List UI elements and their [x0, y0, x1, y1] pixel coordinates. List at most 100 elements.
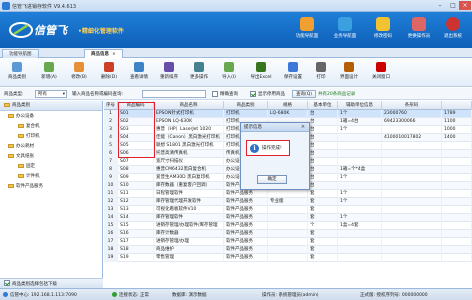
export-excel-button[interactable]: 导出Excel: [246, 61, 276, 85]
save-settings-button[interactable]: 保存设置: [278, 61, 308, 85]
cell-barcode: [382, 158, 442, 166]
cell-unit: 台: [308, 150, 338, 158]
lock-icon: [376, 17, 390, 31]
cell-code: S17: [118, 238, 154, 246]
ok-button[interactable]: 确定: [257, 175, 287, 184]
import-button[interactable]: 导入(I): [214, 61, 244, 85]
column-header-barcode[interactable]: 条形码: [382, 101, 442, 110]
edit-button[interactable]: 修改(B): [64, 61, 94, 85]
cell-name: 商品维护: [154, 246, 224, 254]
table-row[interactable]: 11 S11 日程管理软件 软件产品服务 套 1个: [104, 190, 472, 198]
tree-node-office-supplies[interactable]: 办公耗材: [8, 143, 34, 151]
print-button[interactable]: 打印: [306, 61, 336, 85]
cell-barcode: [382, 222, 442, 230]
delete-button[interactable]: 删除(D): [94, 61, 124, 85]
product-type-select[interactable]: 所有 ▾: [35, 90, 67, 98]
maximize-button[interactable]: □: [447, 1, 459, 10]
cell-index: 19: [104, 254, 118, 262]
exit-system-button[interactable]: 退出系统: [436, 16, 470, 46]
table-row[interactable]: 1 S01 EPSON针式打印机 打印机 LQ-680K 台 1个 23000760 1789: [104, 110, 472, 118]
cell-aux-unit: 1箱=个*4盒: [338, 166, 382, 174]
tree-node-software[interactable]: 软件产品服务: [8, 183, 43, 191]
cell-aux-unit: [338, 182, 382, 190]
table-row[interactable]: 18 S18 商品维护 软件产品服务 套: [104, 246, 472, 254]
column-header-aux-unit[interactable]: 辅助单位信息: [338, 101, 382, 110]
cell-name: 托普高清传真机: [154, 150, 224, 158]
cell-spec: [268, 230, 308, 238]
switch-operator-button[interactable]: 更换操作员: [402, 16, 436, 46]
tree-node-office-equipment[interactable]: 办公设备: [8, 113, 34, 121]
tree-node-printer[interactable]: 打印机: [18, 133, 40, 141]
table-row[interactable]: 15 S15 进销存管理/办理软件/库存管理 软件产品服务 个 1盒=4套: [104, 222, 472, 230]
exact-query-checkbox[interactable]: [212, 91, 218, 97]
view-detail-button[interactable]: 查看详情: [124, 61, 154, 85]
cell-index: 8: [104, 166, 118, 174]
exact-query-label: 精确查询: [220, 92, 238, 97]
function-nav-button[interactable]: 功能导航面: [290, 16, 324, 46]
database-status: 数据库: 演示数据: [172, 293, 207, 298]
cell-category: 软件产品服务: [224, 214, 268, 222]
include-subcategory-checkbox[interactable]: [4, 280, 10, 286]
delete-icon: [104, 62, 114, 72]
cell-unit: 台: [308, 118, 338, 126]
column-header-unit[interactable]: 基本单位: [308, 101, 338, 110]
column-header-category[interactable]: 商品类别: [224, 101, 268, 110]
status-bar: 信管中心: 192.168.1.113:7090 连接状态: 正常 数据库: 演…: [0, 288, 472, 300]
table-row[interactable]: 13 S13 可视化看板软件V10 软件产品服务 套: [104, 206, 472, 214]
search-input[interactable]: [142, 90, 206, 98]
cell-unit: 台: [308, 182, 338, 190]
close-icon: [376, 62, 386, 72]
cell-name: 进销存管理/办理: [154, 238, 224, 246]
highlight-code-column: [118, 102, 155, 158]
cell-unit: 套: [308, 254, 338, 262]
excel-icon: [256, 62, 266, 72]
cell-name: 爱普生AM30D 黑白复印机: [154, 174, 224, 182]
query-button[interactable]: 查询(Q): [292, 90, 317, 98]
close-window-tool-button[interactable]: 关闭窗口: [366, 61, 396, 85]
product-type-label: 商品类型:: [4, 92, 24, 97]
cell-index: 3: [104, 126, 118, 134]
cell-name: 惠普（HP）LaserJet 1020: [154, 126, 224, 134]
column-header-name[interactable]: 商品名称: [154, 101, 224, 110]
cell-index: 10: [104, 182, 118, 190]
folder-icon: [8, 183, 14, 188]
tree-node-fixed[interactable]: 固定: [18, 163, 35, 171]
close-window-button[interactable]: ×: [459, 1, 471, 10]
cell-unit: 台: [308, 174, 338, 182]
tree-node-copier[interactable]: 复合机: [18, 123, 40, 131]
layout-design-button[interactable]: 界面设计: [334, 61, 364, 85]
category-button[interactable]: 商品类别: [2, 61, 32, 85]
tab-function-nav[interactable]: 功能导航图: [2, 49, 39, 58]
column-header-index[interactable]: 序号: [104, 101, 118, 110]
table-row[interactable]: 19 S19 零售管理 软件产品服务 套: [104, 254, 472, 262]
more-actions-button[interactable]: 更多操作: [184, 61, 214, 85]
save-icon: [288, 62, 298, 72]
table-row[interactable]: 17 S17 进销存管理/办理 软件产品服务 套: [104, 238, 472, 246]
add-button[interactable]: 新增(A): [34, 61, 64, 85]
cell-aux-unit: [338, 206, 382, 214]
brand-name: 信管飞: [34, 24, 67, 37]
column-header-spec[interactable]: 规格: [268, 101, 308, 110]
tree-node-counter[interactable]: 计件机: [18, 173, 40, 181]
cell-extra: [442, 238, 472, 246]
table-row[interactable]: 16 S16 库存计数器 软件产品服务 套: [104, 230, 472, 238]
table-row[interactable]: 12 S12 库存管理代理开发软件 软件产品服务 专业版套 1个: [104, 198, 472, 206]
dialog-close-icon[interactable]: ×: [299, 124, 307, 131]
cell-unit: 台: [308, 134, 338, 142]
business-nav-button[interactable]: 业务导航面: [328, 16, 362, 46]
reorder-button[interactable]: 重新排序: [154, 61, 184, 85]
cell-barcode: [382, 142, 442, 150]
table-row[interactable]: 14 S14 库存管理软件 软件产品服务 套 1个: [104, 214, 472, 222]
cell-unit: 套: [308, 246, 338, 254]
show-disabled-checkbox[interactable]: [250, 91, 256, 97]
column-header-extra[interactable]: [442, 101, 472, 110]
dialog-message-box: i 操作完成!: [246, 140, 290, 156]
change-password-button[interactable]: 修改密码: [366, 16, 400, 46]
cell-code: S11: [118, 190, 154, 198]
include-subcategory-option[interactable]: 商品类别选择包括下级: [0, 278, 103, 288]
tab-product-info[interactable]: 商品信息 ×: [84, 49, 123, 58]
cell-extra: [442, 142, 472, 150]
tab-close-icon[interactable]: ×: [112, 52, 116, 57]
tree-node-stationery[interactable]: 文具纸张: [8, 153, 34, 161]
minimize-button[interactable]: –: [434, 1, 446, 10]
